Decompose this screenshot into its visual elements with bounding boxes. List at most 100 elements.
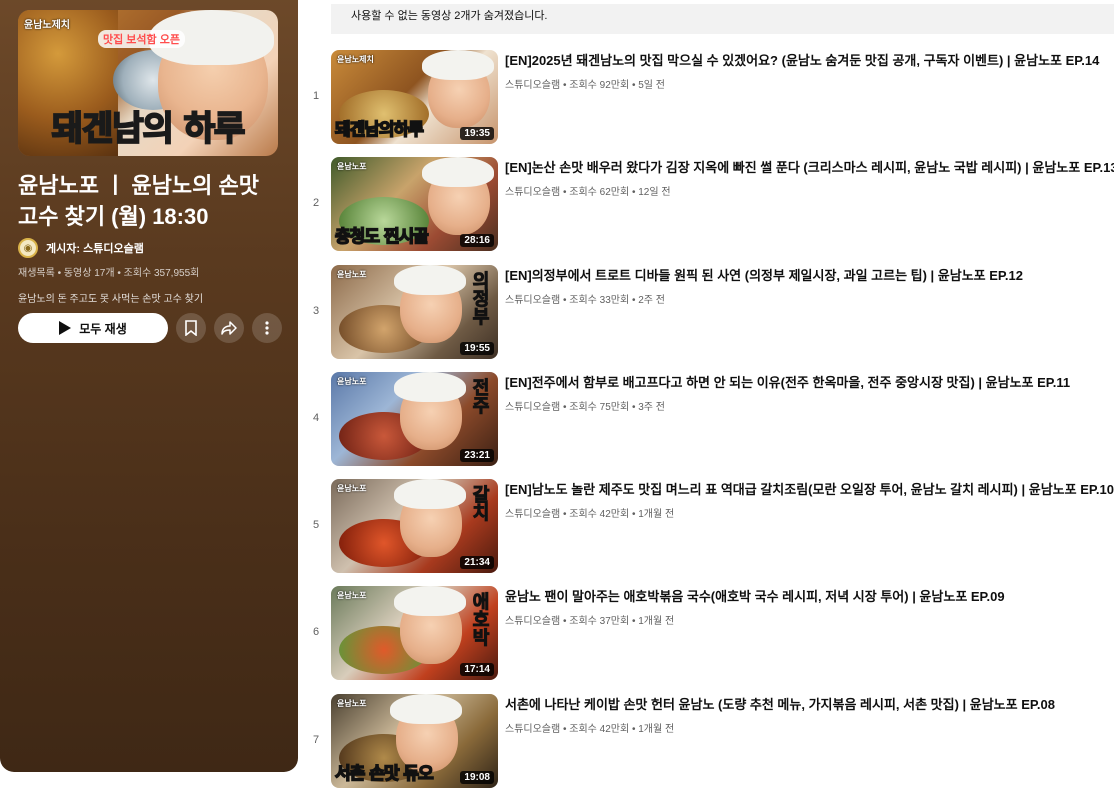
view-count: 조회수 37만회 [569, 616, 630, 628]
thumbnail-caption-highlight: 돼겐남 [51, 108, 145, 150]
video-info: [EN]남노도 놀란 제주도 맛집 며느리 표 역대급 갈치조림(모란 오일장 … [505, 481, 1114, 520]
channel-name[interactable]: 스튜디오슬램 [505, 616, 560, 627]
playlist-title: 윤남노포 ㅣ 윤남노의 손맛 고수 찾기 (월) 18:30 [18, 173, 259, 229]
bookmark-icon [185, 320, 197, 336]
video-thumbnail[interactable]: 윤남노포 갈치 21:34 [331, 479, 498, 574]
duration-badge: 17:14 [460, 663, 494, 677]
upload-age: 3주 전 [638, 401, 665, 413]
video-info: 서촌에 나타난 케이밥 손맛 헌터 윤남노 (도량 추천 메뉴, 가지볶음 레시… [505, 696, 1114, 735]
playlist-video-list: 1 윤남노제치 돼겐남의하루 19:35 [EN]2025년 돼겐남노의 맛집 … [300, 50, 1114, 790]
thumbnail-caption-highlight: 돼겐남 [334, 119, 380, 141]
playlist-actions: 모두 재생 [18, 313, 282, 343]
thumbnail-caption: 돼겐남의 하루 [18, 101, 278, 150]
playlist-meta: 재생목록 • 동영상 17개 • 조회수 357,955회 [18, 268, 200, 279]
video-thumbnail[interactable]: 윤남노포 애호박 17:14 [331, 586, 498, 681]
playlist-owner[interactable]: ◉ 게시자: 스튜디오슬램 [18, 238, 144, 258]
video-thumbnail[interactable]: 윤남노포 충청도 찐시골 28:16 [331, 157, 498, 252]
host-hair-image [422, 157, 494, 188]
video-row[interactable]: 1 윤남노제치 돼겐남의하루 19:35 [EN]2025년 돼겐남노의 맛집 … [300, 50, 1114, 157]
video-row[interactable]: 7 윤남노포 서촌 손맛 듀오 19:08 서촌에 나타난 케이밥 손맛 헌터 … [300, 693, 1114, 790]
video-title[interactable]: [EN]전주에서 함부로 배고프다고 하면 안 되는 이유(전주 한옥마을, 전… [505, 374, 1114, 392]
host-hair-image [422, 50, 494, 80]
play-all-label: 모두 재생 [79, 321, 127, 336]
channel-name[interactable]: 스튜디오슬램 [505, 724, 560, 735]
thumbnail-vertical-caption: 갈치 [469, 485, 491, 522]
duration-badge: 19:55 [460, 341, 494, 355]
save-playlist-button[interactable] [176, 313, 206, 343]
thumbnail-logo: 윤남노포 [337, 591, 367, 601]
thumbnail-vertical-caption: 의정부 [469, 270, 491, 325]
play-all-button[interactable]: 모두 재생 [18, 313, 168, 343]
playlist-header-panel: 윤남노제치 맛집 보석함 오픈 돼겐남의 하루 윤남노포 ㅣ 윤남노의 손맛 고… [0, 0, 298, 772]
video-info: [EN]논산 손맛 배우러 왔다가 김장 지옥에 빠진 썰 푼다 (크리스마스 … [505, 159, 1114, 198]
share-button[interactable] [214, 313, 244, 343]
video-title[interactable]: [EN]논산 손맛 배우러 왔다가 김장 지옥에 빠진 썰 푼다 (크리스마스 … [505, 159, 1114, 177]
duration-badge: 23:21 [460, 448, 494, 462]
duration-badge: 21:34 [460, 556, 494, 570]
video-row[interactable]: 2 윤남노포 충청도 찐시골 28:16 [EN]논산 손맛 배우러 왔다가 김… [300, 157, 1114, 264]
duration-badge: 19:35 [460, 127, 494, 140]
video-title[interactable]: 서촌에 나타난 케이밥 손맛 헌터 윤남노 (도량 추천 메뉴, 가지볶음 레시… [505, 696, 1114, 714]
video-thumbnail[interactable]: 윤남노제치 돼겐남의하루 19:35 [331, 50, 498, 144]
video-row[interactable]: 6 윤남노포 애호박 17:14 윤남노 팬이 말아주는 애호박볶음 국수(애호… [300, 586, 1114, 693]
channel-name[interactable]: 스튜디오슬램 [505, 80, 560, 91]
video-thumbnail[interactable]: 윤남노포 서촌 손맛 듀오 19:08 [331, 693, 498, 788]
channel-name[interactable]: 스튜디오슬램 [505, 509, 560, 520]
thumbnail-vertical-caption: 애호박 [469, 592, 491, 647]
upload-age: 12일 전 [638, 187, 671, 199]
video-index: 6 [312, 626, 320, 639]
video-row[interactable]: 4 윤남노포 전주 23:21 [EN]전주에서 함부로 배고프다고 하면 안 … [300, 371, 1114, 479]
thumbnail-vertical-caption: 전주 [469, 377, 491, 414]
thumbnail-logo: 윤남노포 [337, 376, 367, 386]
view-count: 조회수 42만회 [569, 509, 630, 521]
video-row[interactable]: 5 윤남노포 갈치 21:34 [EN]남노도 놀란 제주도 맛집 며느리 표 … [300, 479, 1114, 586]
thumbnail-caption: 돼겐남의하루 [334, 115, 424, 141]
video-info: [EN]의정부에서 트로트 디바들 원픽 된 사연 (의정부 제일시장, 과일 … [505, 267, 1114, 306]
video-meta: 스튜디오슬램 • 조회수 62만회 • 12일 전 [505, 187, 671, 199]
upload-age: 2주 전 [638, 294, 665, 306]
share-icon [221, 321, 237, 335]
video-index: 5 [312, 519, 320, 532]
thumbnail-caption-rest: 의 하루 [142, 108, 247, 150]
duration-badge: 28:16 [460, 234, 494, 248]
host-hair-image [394, 479, 466, 510]
hidden-videos-notice: 사용할 수 없는 동영상 2개가 숨겨졌습니다. [331, 4, 1114, 34]
thumbnail-caption-highlight: 찐시골 [383, 227, 429, 249]
playlist-thumbnail[interactable]: 윤남노제치 맛집 보석함 오픈 돼겐남의 하루 [18, 10, 278, 156]
thumbnail-logo: 윤남노포 [337, 484, 367, 494]
channel-name[interactable]: 스튜디오슬램 [505, 187, 560, 198]
video-meta: 스튜디오슬램 • 조회수 42만회 • 1개월 전 [505, 723, 675, 735]
more-actions-button[interactable] [252, 313, 282, 343]
view-count: 조회수 62만회 [569, 187, 630, 199]
video-title[interactable]: [EN]의정부에서 트로트 디바들 원픽 된 사연 (의정부 제일시장, 과일 … [505, 267, 1114, 285]
video-info: [EN]전주에서 함부로 배고프다고 하면 안 되는 이유(전주 한옥마을, 전… [505, 374, 1114, 413]
video-meta: 스튜디오슬램 • 조회수 92만회 • 5일 전 [505, 80, 665, 91]
view-count: 조회수 92만회 [569, 80, 630, 91]
upload-age: 1개월 전 [638, 509, 675, 521]
video-thumbnail[interactable]: 윤남노포 전주 23:21 [331, 371, 498, 466]
video-row[interactable]: 3 윤남노포 의정부 19:55 [EN]의정부에서 트로트 디바들 원픽 된 … [300, 264, 1114, 372]
channel-name[interactable]: 스튜디오슬램 [505, 402, 560, 413]
host-hair-image [394, 586, 466, 617]
channel-avatar-icon[interactable]: ◉ [18, 238, 38, 258]
thumbnail-caption-highlight: 서촌 [334, 763, 366, 785]
thumbnail-caption-rest: 의하루 [378, 119, 424, 141]
more-vert-icon [265, 321, 269, 335]
video-thumbnail[interactable]: 윤남노포 의정부 19:55 [331, 264, 498, 359]
owner-name[interactable]: 스튜디오슬램 [83, 243, 144, 255]
play-icon [59, 321, 72, 335]
video-title[interactable]: [EN]2025년 돼겐남노의 맛집 막으실 수 있겠어요? (윤남노 숨겨둔 … [505, 52, 1114, 70]
view-count: 조회수 75만회 [569, 401, 630, 413]
video-title[interactable]: [EN]남노도 놀란 제주도 맛집 며느리 표 역대급 갈치조림(모란 오일장 … [505, 481, 1114, 499]
thumbnail-caption: 충청도 찐시골 [334, 222, 429, 249]
channel-name[interactable]: 스튜디오슬램 [505, 295, 560, 306]
view-count: 조회수 42만회 [569, 723, 630, 735]
duration-badge: 19:08 [460, 770, 494, 784]
video-index: 1 [312, 90, 320, 102]
upload-age: 1개월 전 [638, 616, 675, 628]
video-meta: 스튜디오슬램 • 조회수 33만회 • 2주 전 [505, 294, 665, 306]
thumbnail-caption-rest: 손맛 듀오 [364, 763, 434, 785]
video-title[interactable]: 윤남노 팬이 말아주는 애호박볶음 국수(애호박 국수 레시피, 저녁 시장 투… [505, 588, 1114, 606]
playlist-description: 윤남노의 돈 주고도 못 사먹는 손맛 고수 찾기 [18, 294, 204, 305]
video-meta: 스튜디오슬램 • 조회수 37만회 • 1개월 전 [505, 616, 675, 628]
